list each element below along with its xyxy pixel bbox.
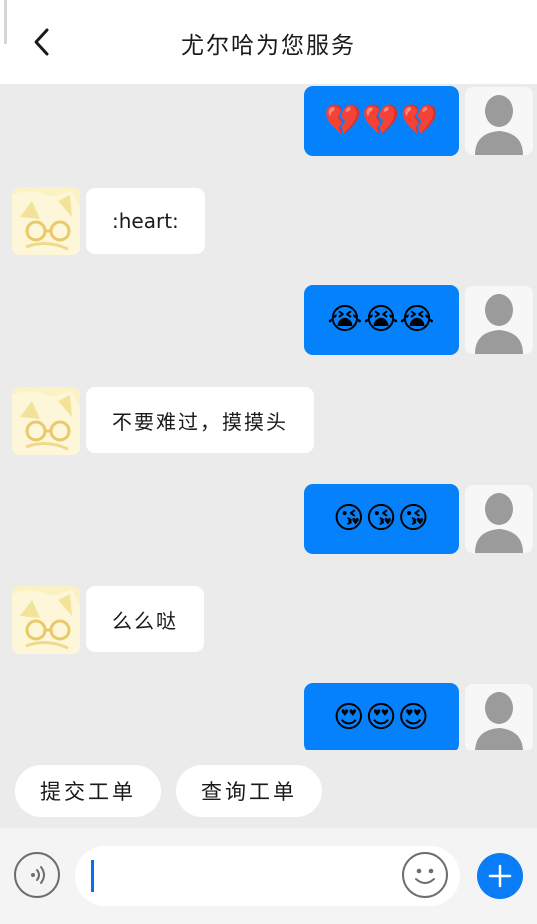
message-text: 么么哒: [112, 608, 178, 633]
chat-screen: 尤尔哈为您服务 💔💔💔:heart: 😭😭😭 不要难过，摸摸头 😘😘😘 么么哒…: [0, 0, 537, 924]
voice-icon: [31, 866, 45, 884]
message-text: 不要难过，摸摸头: [112, 409, 288, 434]
message-text: 💔💔💔: [323, 103, 440, 138]
bot-avatar[interactable]: [12, 387, 80, 455]
emoji-button[interactable]: [402, 852, 448, 898]
chat-log[interactable]: 💔💔💔:heart: 😭😭😭 不要难过，摸摸头 😘😘😘 么么哒 😍😍😍: [0, 84, 537, 750]
message-text: 😘😘😘: [333, 501, 430, 536]
message-text: 😭😭😭: [327, 302, 436, 337]
plus-icon: [488, 864, 512, 888]
default-user-icon: [465, 684, 533, 750]
user-avatar[interactable]: [465, 684, 533, 750]
more-options-button[interactable]: [477, 853, 523, 899]
default-user-icon: [465, 286, 533, 354]
anime-avatar-icon: [12, 187, 80, 255]
message-bubble[interactable]: 😭😭😭: [304, 285, 459, 355]
user-avatar[interactable]: [465, 485, 533, 553]
anime-avatar-icon: [12, 586, 80, 654]
bot-avatar[interactable]: [12, 586, 80, 654]
query-ticket-button[interactable]: 查询工单: [176, 765, 322, 817]
message-bubble[interactable]: 不要难过，摸摸头: [86, 387, 314, 453]
message-text: 😍😍😍: [333, 700, 430, 735]
user-avatar[interactable]: [465, 286, 533, 354]
top-bar: 尤尔哈为您服务: [0, 0, 537, 84]
message-bubble[interactable]: 😘😘😘: [304, 484, 459, 554]
page-title: 尤尔哈为您服务: [181, 33, 356, 59]
user-avatar[interactable]: [465, 87, 533, 155]
message-bubble[interactable]: 么么哒: [86, 586, 204, 652]
submit-ticket-button[interactable]: 提交工单: [15, 765, 161, 817]
message-text: :heart:: [112, 209, 179, 233]
input-bar: [0, 828, 537, 924]
message-bubble[interactable]: 😍😍😍: [304, 683, 459, 750]
anime-avatar-icon: [12, 387, 80, 455]
bot-avatar[interactable]: [12, 187, 80, 255]
text-caret: [91, 860, 94, 892]
default-user-icon: [465, 485, 533, 553]
default-user-icon: [465, 87, 533, 155]
message-bubble[interactable]: :heart:: [86, 188, 205, 254]
smiley-icon: [415, 868, 435, 884]
quick-actions: 提交工单 查询工单: [0, 750, 537, 828]
voice-button[interactable]: [14, 852, 60, 898]
message-bubble[interactable]: 💔💔💔: [304, 86, 459, 156]
